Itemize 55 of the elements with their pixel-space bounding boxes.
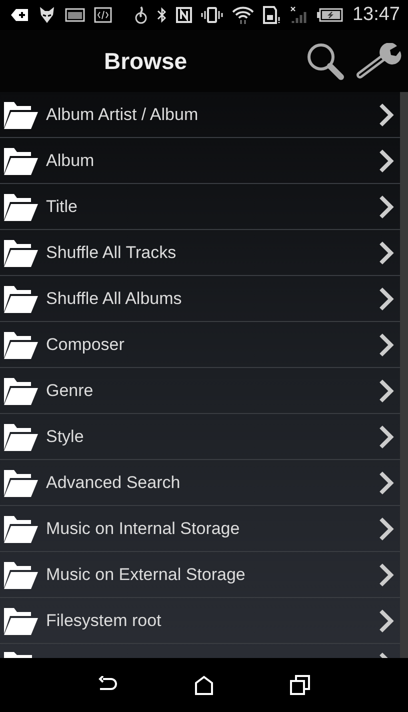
list-item[interactable]: Composer [0,322,400,368]
chevron-icon [378,286,394,310]
signal-icon [290,6,308,24]
chevron-icon [378,424,394,448]
chevron-icon [378,470,394,494]
list-item[interactable]: Shuffle All Albums [0,276,400,322]
wrench-icon [354,43,402,79]
bluetooth-icon [157,7,168,23]
folder-icon [3,100,39,130]
home-icon [194,675,214,695]
chevron-icon [378,608,394,632]
wifi-icon [232,6,254,24]
list-item[interactable]: Filesystem root [0,598,400,644]
list-item[interactable]: Style [0,414,400,460]
folder-icon [3,468,39,498]
list-item[interactable]: Music on Internal Storage [0,506,400,552]
list-item[interactable]: Album Artist / Album [0,92,400,138]
list-item[interactable]: Title [0,184,400,230]
battery-icon [317,8,344,22]
status-time: 13:47 [352,4,400,26]
nfc-icon [176,7,192,23]
recent-apps-icon [290,675,310,695]
list-item[interactable]: Advanced Search [0,460,400,506]
fox-icon [38,6,56,24]
chevron-icon [378,562,394,586]
sim-card-icon [263,6,282,24]
chevron-icon [378,194,394,218]
list-item[interactable]: Album [0,138,400,184]
folder-icon [3,192,39,222]
settings-button[interactable] [354,43,402,79]
list-item[interactable]: Shuffle All Tracks [0,230,400,276]
chevron-icon [378,240,394,264]
folder-icon [3,560,39,590]
search-icon [306,42,346,80]
folder-icon [3,284,39,314]
chevron-icon [378,516,394,540]
vibrate-icon [201,7,224,23]
folder-icon [3,422,39,452]
search-button[interactable] [306,42,346,80]
screen-title: Browse [104,48,188,74]
folder-icon [3,606,39,636]
folder-icon [3,330,39,360]
folder-icon [3,376,39,406]
chevron-icon [378,378,394,402]
chevron-icon [378,332,394,356]
folder-icon [3,146,39,176]
notification-add-icon [11,8,29,22]
folder-icon [3,238,39,268]
chevron-icon [378,148,394,172]
chevron-icon [378,102,394,126]
list-item[interactable]: Music on External Storage [0,552,400,598]
image-icon [65,8,85,22]
folder-icon [3,514,39,544]
list-item[interactable]: Genre [0,368,400,414]
code-icon [94,7,112,23]
